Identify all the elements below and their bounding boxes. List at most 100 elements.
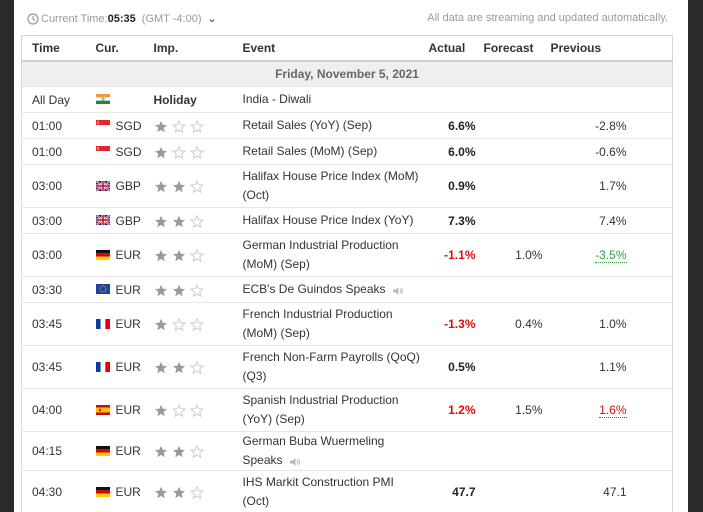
star-empty-icon <box>189 119 204 133</box>
star-empty-icon <box>189 317 204 332</box>
col-header-importance[interactable]: Imp. <box>153 35 243 62</box>
row-time: 03:00 <box>21 164 88 208</box>
row-time: 01:00 <box>21 138 88 165</box>
row-importance <box>153 112 243 139</box>
row-previous: 47.1 <box>603 485 627 499</box>
row-importance <box>153 207 243 234</box>
row-currency: EUR <box>115 485 141 499</box>
row-actual <box>428 431 484 471</box>
col-header-actual[interactable]: Actual <box>428 35 484 62</box>
row-time: 03:00 <box>21 207 88 234</box>
table-row[interactable]: 04:00 EUR Spanish Industrial Production (Y… <box>21 388 673 432</box>
row-currency-cell: EUR <box>87 302 154 346</box>
row-event: Halifax House Price Index (MoM) (Oct) <box>242 169 419 202</box>
table-header-row: Time Cur. Imp. Event Actual Forecast Pre… <box>21 35 673 62</box>
row-spacer <box>634 112 673 139</box>
star-filled-icon <box>154 318 168 331</box>
row-time: 04:30 <box>21 470 88 512</box>
row-spacer <box>634 345 673 389</box>
star-filled-icon <box>154 404 168 417</box>
row-currency-cell: EUR <box>87 388 154 432</box>
col-header-event[interactable]: Event <box>242 35 429 62</box>
table-row[interactable]: 03:45 EUR French Non-Farm Payrolls (QoQ) (… <box>21 345 673 389</box>
row-currency: GBP <box>115 213 141 228</box>
table-row[interactable]: 03:45 EUR French Industrial Production (Mo… <box>21 302 673 346</box>
row-currency: GBP <box>115 179 141 193</box>
row-actual: 7.3% <box>428 207 484 234</box>
row-event-cell[interactable]: German Buba Wuermeling Speaks <box>242 431 429 471</box>
row-time: 01:00 <box>21 112 88 139</box>
star-filled-icon <box>154 486 168 499</box>
speaker-icon[interactable] <box>289 455 301 467</box>
row-event-cell[interactable]: Retail Sales (MoM) (Sep) <box>242 138 429 165</box>
star-filled-icon <box>172 249 186 262</box>
row-currency: SGD <box>115 118 142 133</box>
clock-icon <box>27 13 39 25</box>
row-actual: 6.6% <box>428 112 484 139</box>
sg-flag-icon <box>95 146 110 157</box>
row-spacer <box>634 138 673 165</box>
row-event: Retail Sales (YoY) (Sep) <box>242 118 373 132</box>
star-empty-icon <box>189 179 204 194</box>
row-previous: 1.6% <box>599 403 627 418</box>
row-event-cell[interactable]: Spanish Industrial Production (YoY) (Sep… <box>242 388 429 432</box>
row-previous-cell: 1.0% <box>550 302 635 346</box>
col-header-previous[interactable]: Previous <box>550 35 635 62</box>
speaker-icon[interactable] <box>392 284 404 296</box>
row-previous-cell: 7.4% <box>550 207 635 234</box>
row-event-cell[interactable]: India - Diwali <box>242 86 429 113</box>
table-row[interactable]: 03:00 GBP Halifax House Price Index (MoM) … <box>21 164 673 208</box>
row-event-cell[interactable]: Halifax House Price Index (MoM) (Oct) <box>242 164 429 208</box>
table-row[interactable]: 01:00 SGD Retail Sales (YoY) (Sep) 6.6% -2.8… <box>21 112 673 139</box>
table-row[interactable]: 04:30 EUR IHS Markit Construction PMI (Oct… <box>21 470 673 512</box>
row-spacer <box>634 207 673 234</box>
table-row[interactable]: 03:00 GBP Halifax House Price Index (YoY) 7… <box>21 207 673 234</box>
row-event-cell[interactable]: French Industrial Production (MoM) (Sep) <box>242 302 429 346</box>
row-event-cell[interactable]: German Industrial Production (MoM) (Sep) <box>242 233 429 277</box>
row-event: French Industrial Production (MoM) (Sep) <box>242 307 393 340</box>
row-importance <box>153 233 243 277</box>
table-row[interactable]: 03:00 EUR German Industrial Production (Mo… <box>21 233 673 277</box>
row-previous: -3.5% <box>595 248 627 263</box>
col-header-time[interactable]: Time <box>21 35 88 62</box>
star-empty-icon <box>189 283 204 297</box>
chevron-down-icon[interactable]: ⌄ <box>207 12 216 25</box>
row-spacer <box>634 431 673 471</box>
table-row[interactable]: 01:00 SGD Retail Sales (MoM) (Sep) 6.0% -0.6… <box>21 138 673 165</box>
row-forecast <box>483 470 551 512</box>
row-event: India - Diwali <box>242 92 312 106</box>
eu-flag-icon <box>95 284 110 295</box>
row-actual: -1.1% <box>428 233 484 277</box>
col-header-forecast[interactable]: Forecast <box>483 35 551 62</box>
row-previous-cell: -2.8% <box>550 112 635 139</box>
row-event: Retail Sales (MoM) (Sep) <box>242 144 378 158</box>
table-row[interactable]: All Day Holiday India - Diwali <box>21 86 673 113</box>
row-forecast: 1.5% <box>483 388 551 432</box>
row-event-cell[interactable]: ECB's De Guindos Speaks <box>242 276 429 303</box>
fr-flag-icon <box>95 361 110 372</box>
star-empty-icon <box>189 403 204 418</box>
row-previous-cell: 1.7% <box>550 164 635 208</box>
row-forecast <box>483 164 551 208</box>
row-event-cell[interactable]: Halifax House Price Index (YoY) <box>242 207 429 234</box>
row-event-cell[interactable]: Retail Sales (YoY) (Sep) <box>242 112 429 139</box>
holiday-label: Holiday <box>153 92 197 107</box>
row-previous-cell: -0.6% <box>550 138 635 165</box>
row-currency-cell: SGD <box>87 112 154 139</box>
row-currency: SGD <box>115 144 142 159</box>
col-header-spacer <box>634 35 673 62</box>
star-filled-icon <box>154 284 168 297</box>
row-event-cell[interactable]: French Non-Farm Payrolls (QoQ) (Q3) <box>242 345 429 389</box>
table-row[interactable]: 04:15 EUR German Buba Wuermeling Speaks <box>21 431 673 471</box>
table-row[interactable]: 03:30 EUR ECB's De Guindos Speaks <box>21 276 673 303</box>
row-currency-cell: GBP <box>87 207 154 234</box>
row-currency: EUR <box>115 360 141 374</box>
row-event-cell[interactable]: IHS Markit Construction PMI (Oct) <box>242 470 429 512</box>
col-header-currency[interactable]: Cur. <box>87 35 154 62</box>
star-empty-icon <box>189 145 204 159</box>
row-actual: -1.3% <box>428 302 484 346</box>
current-time-selector[interactable]: Current Time:05:35 (GMT -4:00) ⌄ <box>41 12 217 25</box>
gb-flag-icon <box>95 180 110 191</box>
row-event: Halifax House Price Index (YoY) <box>242 213 414 227</box>
row-time: 04:15 <box>21 431 88 471</box>
